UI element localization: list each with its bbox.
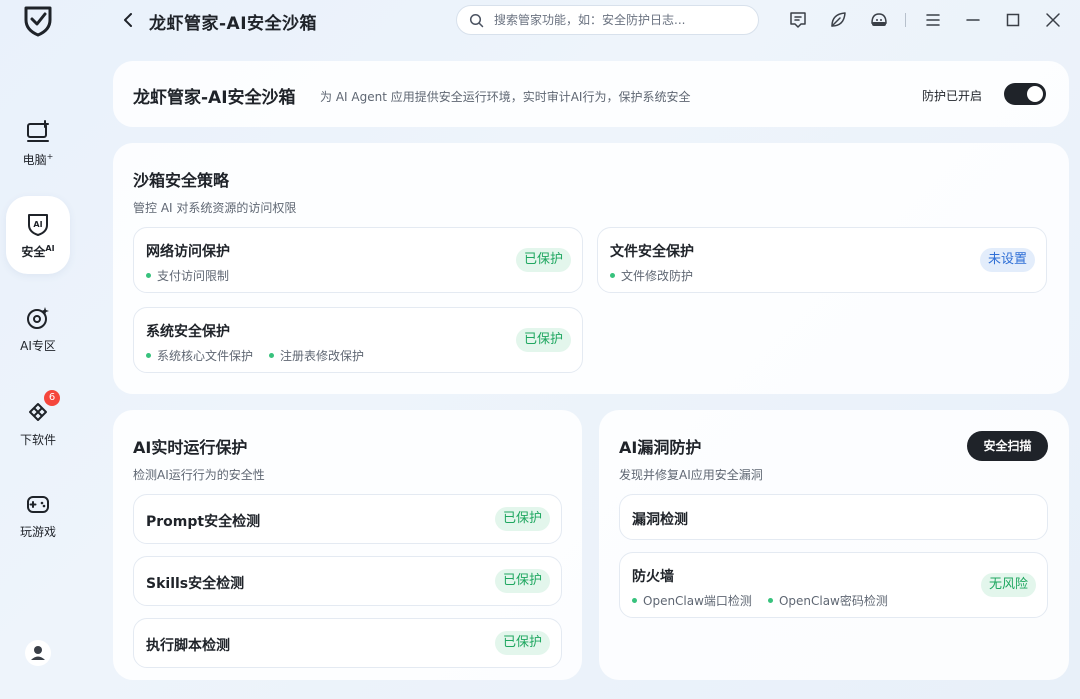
gamepad-icon	[27, 495, 49, 513]
section-title: 沙箱安全策略	[133, 171, 230, 190]
back-arrow-icon[interactable]	[118, 9, 138, 31]
protection-toggle[interactable]	[1004, 83, 1046, 105]
mascot-icon[interactable]	[869, 10, 889, 30]
sidebar-item-label: 玩游戏	[19, 524, 56, 539]
item-title: 文件安全保护	[610, 244, 694, 260]
feedback-icon[interactable]	[788, 10, 808, 30]
ai-shield-icon: AI	[28, 213, 48, 236]
toggle-knob	[1027, 86, 1043, 102]
ai-zone-icon	[27, 306, 49, 329]
sandbox-policy-card: 沙箱安全策略 管控 AI 对系统资源的访问权限 网络访问保护 支付访问限制 已保…	[113, 143, 1069, 394]
search-box[interactable]	[456, 5, 759, 35]
vuln-item-detection[interactable]: 漏洞检测	[619, 494, 1048, 540]
app-logo-shield-icon	[24, 6, 52, 37]
menu-icon[interactable]	[923, 10, 943, 30]
protection-status-label: 防护已开启	[922, 89, 983, 103]
status-badge: 未设置	[979, 248, 1035, 272]
item-title: 网络访问保护	[146, 244, 230, 260]
item-title: 系统安全保护	[146, 324, 230, 340]
item-title: Prompt安全检测	[146, 514, 261, 530]
status-badge: 无风险	[980, 573, 1036, 597]
sidebar-item-software[interactable]: 6 下软件	[6, 384, 70, 462]
user-icon	[31, 646, 45, 660]
item-tag: 注册表修改保护	[269, 347, 364, 364]
security-scan-button[interactable]: 安全扫描	[967, 431, 1048, 461]
sidebar-item-label: 安全	[21, 244, 46, 259]
maximize-icon[interactable]	[1003, 10, 1023, 30]
sidebar-item-ai-zone[interactable]: AI专区	[6, 290, 70, 368]
sidebar: 电脑+ AI 安全AI AI专区 6 下软件 玩游戏	[0, 0, 76, 699]
status-badge: 已保护	[494, 507, 550, 531]
item-title: Skills安全检测	[146, 576, 245, 592]
sidebar-item-label: AI专区	[20, 338, 56, 353]
item-tag: 系统核心文件保护	[146, 347, 253, 364]
policy-item-system[interactable]: 系统安全保护 系统核心文件保护 注册表修改保护 已保护	[133, 307, 583, 373]
section-title: AI实时运行保护	[133, 438, 248, 457]
svg-text:AI: AI	[33, 220, 42, 229]
sidebar-item-label: 下软件	[19, 432, 56, 447]
item-title: 执行脚本检测	[146, 638, 230, 654]
item-tag: 支付访问限制	[146, 267, 229, 284]
minimize-icon[interactable]	[963, 10, 983, 30]
notification-badge: 6	[44, 389, 60, 406]
item-tag: OpenClaw端口检测	[632, 592, 752, 609]
runtime-protection-card: AI实时运行保护 检测AI运行行为的安全性 Prompt安全检测 已保护 Ski…	[113, 410, 582, 680]
skin-leaf-icon[interactable]	[828, 10, 848, 30]
vuln-protection-card: AI漏洞防护 发现并修复AI应用安全漏洞 安全扫描 漏洞检测 防火墙 OpenC…	[599, 410, 1069, 680]
page-description: 为 AI Agent 应用提供安全运行环境，实时审计AI行为，保护系统安全	[320, 90, 691, 104]
status-badge: 已保护	[515, 248, 571, 272]
runtime-item-script[interactable]: 执行脚本检测 已保护	[133, 618, 562, 668]
app-title: 龙虾管家-AI安全沙箱	[149, 14, 318, 34]
toolbar-divider	[905, 13, 906, 27]
search-icon	[469, 13, 484, 27]
sidebar-item-games[interactable]: 玩游戏	[6, 476, 70, 554]
section-title: AI漏洞防护	[619, 438, 702, 457]
section-subtitle: 检测AI运行行为的安全性	[133, 468, 265, 482]
status-badge: 已保护	[515, 328, 571, 352]
item-tag: OpenClaw密码检测	[768, 592, 888, 609]
sidebar-item-sup: +	[46, 151, 54, 161]
item-title: 漏洞检测	[632, 512, 688, 528]
page-title: 龙虾管家-AI安全沙箱	[133, 88, 296, 108]
vuln-item-firewall[interactable]: 防火墙 OpenClaw端口检测 OpenClaw密码检测 无风险	[619, 552, 1048, 618]
status-badge: 已保护	[494, 569, 550, 593]
sidebar-item-label: 电脑	[22, 152, 47, 167]
item-title: 防火墙	[632, 569, 674, 585]
runtime-item-skills[interactable]: Skills安全检测 已保护	[133, 556, 562, 606]
status-badge: 已保护	[494, 631, 550, 655]
header-card: 龙虾管家-AI安全沙箱 为 AI Agent 应用提供安全运行环境，实时审计AI…	[113, 61, 1069, 127]
sidebar-item-security[interactable]: AI 安全AI	[6, 196, 70, 274]
item-tag: 文件修改防护	[610, 267, 693, 284]
section-subtitle: 发现并修复AI应用安全漏洞	[619, 468, 763, 482]
section-subtitle: 管控 AI 对系统资源的访问权限	[133, 201, 297, 215]
search-input[interactable]	[494, 13, 734, 27]
runtime-item-prompt[interactable]: Prompt安全检测 已保护	[133, 494, 562, 544]
sidebar-item-sup: AI	[45, 243, 55, 253]
policy-item-file[interactable]: 文件安全保护 文件修改防护 未设置	[597, 227, 1047, 293]
policy-item-network[interactable]: 网络访问保护 支付访问限制 已保护	[133, 227, 583, 293]
user-avatar[interactable]	[25, 640, 51, 666]
sidebar-item-computer[interactable]: 电脑+	[6, 104, 70, 182]
computer-icon	[27, 119, 49, 142]
close-icon[interactable]	[1043, 10, 1063, 30]
